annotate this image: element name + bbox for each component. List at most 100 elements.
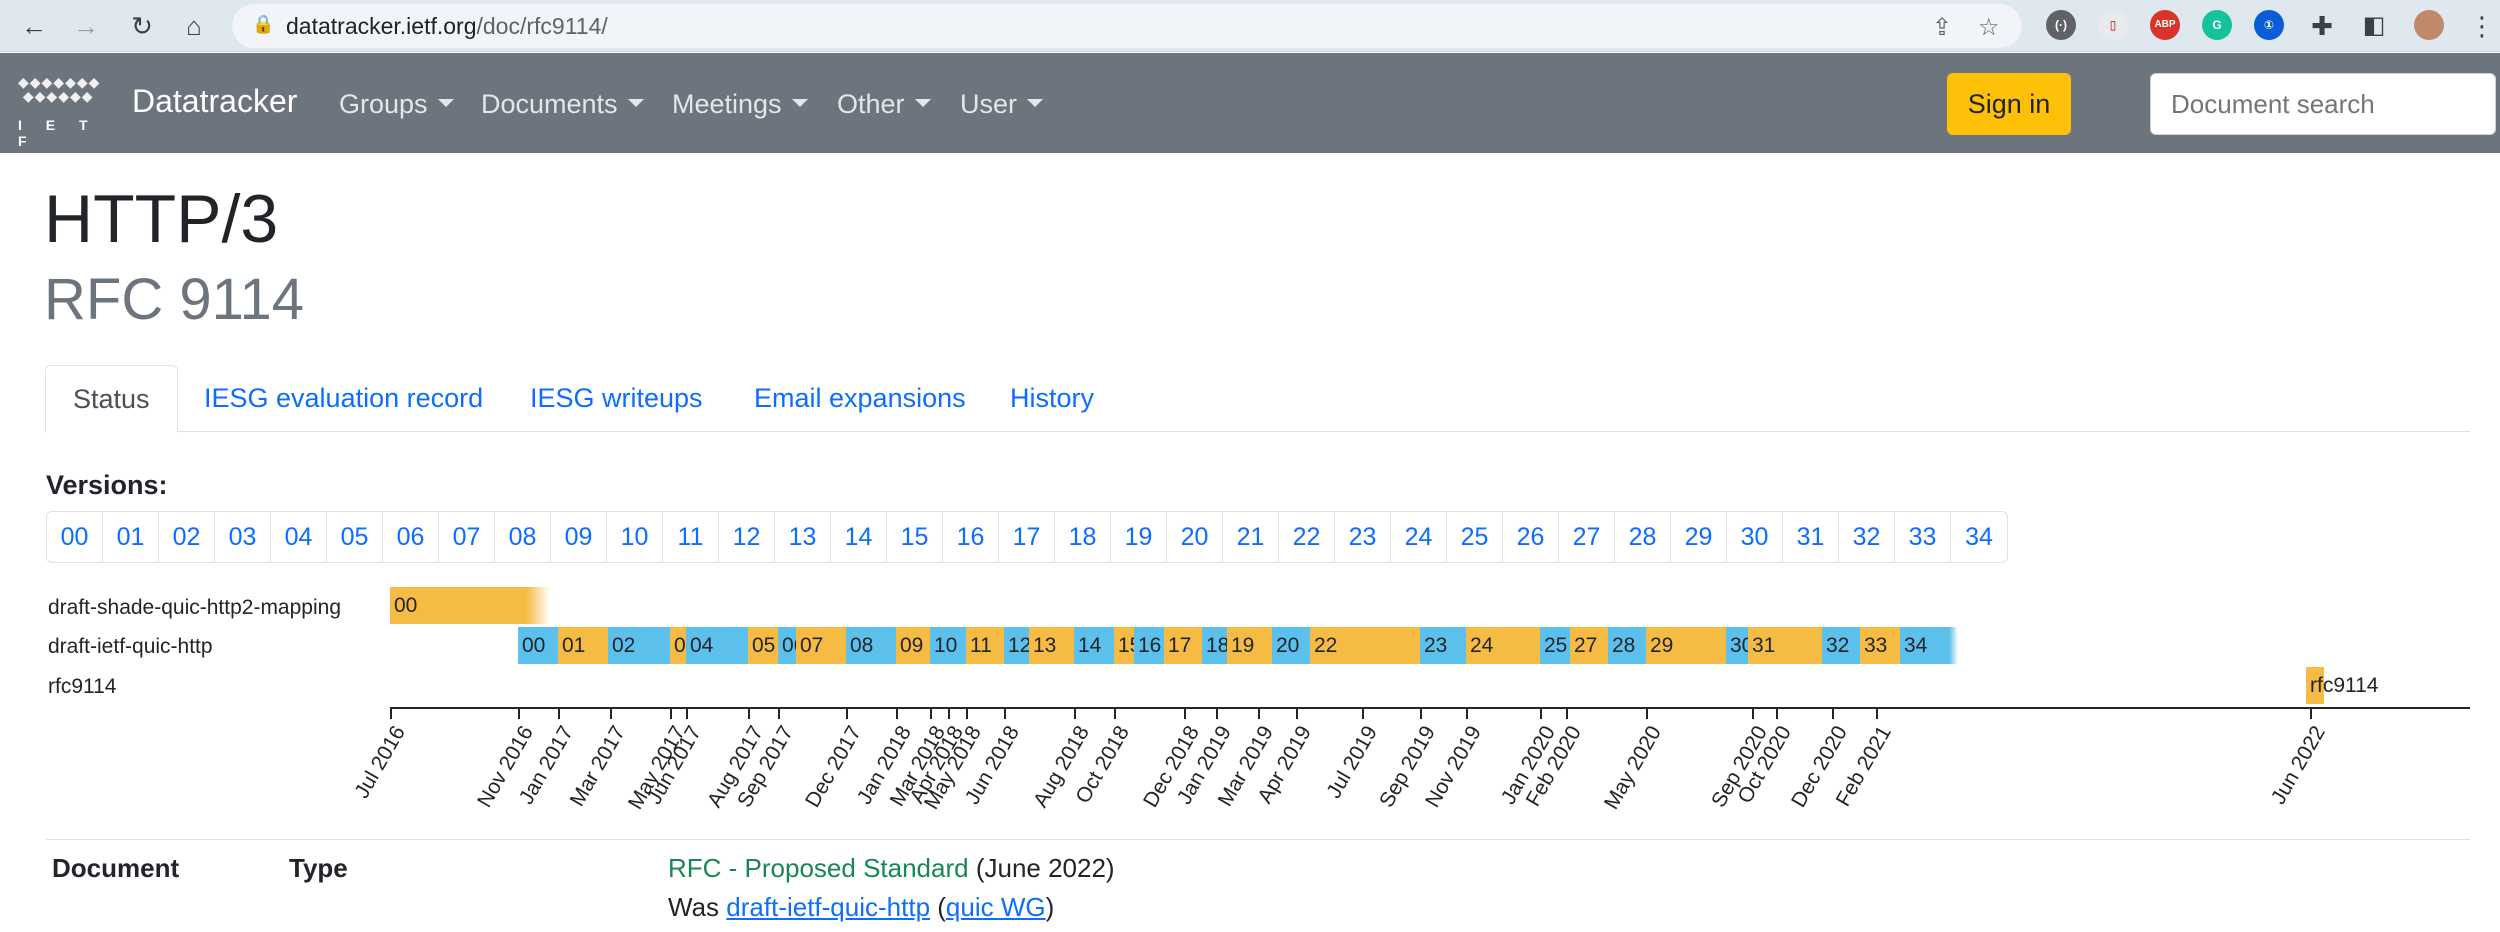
tab-iesg-writeups[interactable]: IESG writeups: [503, 365, 730, 432]
revision-segment[interactable]: 29: [1646, 627, 1726, 664]
nav-groups[interactable]: Groups: [339, 89, 454, 120]
home-icon[interactable]: ⌂: [176, 8, 212, 44]
revision-segment[interactable]: 10: [930, 627, 966, 664]
revision-segment[interactable]: 31: [1748, 627, 1822, 664]
nav-meetings[interactable]: Meetings: [672, 89, 808, 120]
version-link-19[interactable]: 19: [1111, 512, 1167, 562]
revision-segment[interactable]: 05: [748, 627, 778, 664]
tab-iesg-evaluation-record[interactable]: IESG evaluation record: [177, 365, 510, 432]
share-icon[interactable]: ⇪: [1932, 13, 1952, 42]
revision-segment[interactable]: 06: [778, 627, 796, 664]
revision-segment[interactable]: 01: [558, 627, 608, 664]
version-link-16[interactable]: 16: [943, 512, 999, 562]
address-bar[interactable]: 🔒 datatracker.ietf.org/doc/rfc9114/ ⇪ ☆: [232, 4, 2022, 48]
status-link[interactable]: RFC - Proposed Standard: [668, 853, 969, 883]
wg-link[interactable]: quic WG: [946, 892, 1046, 922]
sidebar-icon[interactable]: ◧: [2356, 8, 2392, 44]
version-link-30[interactable]: 30: [1727, 512, 1783, 562]
ietf-logo[interactable]: ◆◆◆◆◆◆◆ ◆◆◆◆◆◆ I E T F: [18, 75, 120, 149]
version-link-07[interactable]: 07: [439, 512, 495, 562]
version-link-33[interactable]: 33: [1895, 512, 1951, 562]
revision-segment[interactable]: 08: [846, 627, 896, 664]
version-link-14[interactable]: 14: [831, 512, 887, 562]
revision-segment[interactable]: 34: [1900, 627, 1958, 664]
extension-icon[interactable]: ▯: [2098, 10, 2128, 40]
version-link-20[interactable]: 20: [1167, 512, 1223, 562]
version-link-09[interactable]: 09: [551, 512, 607, 562]
revision-segment[interactable]: 27: [1570, 627, 1608, 664]
version-link-26[interactable]: 26: [1503, 512, 1559, 562]
version-link-01[interactable]: 01: [103, 512, 159, 562]
revision-segment[interactable]: 13: [1029, 627, 1074, 664]
version-link-11[interactable]: 11: [663, 512, 719, 562]
revision-segment[interactable]: 33: [1860, 627, 1900, 664]
revision-segment[interactable]: 04: [686, 627, 748, 664]
version-link-08[interactable]: 08: [495, 512, 551, 562]
revision-segment[interactable]: rfc9114: [2306, 667, 2379, 704]
avatar[interactable]: [2414, 10, 2444, 40]
version-link-21[interactable]: 21: [1223, 512, 1279, 562]
revision-segment[interactable]: 22: [1310, 627, 1420, 664]
version-link-32[interactable]: 32: [1839, 512, 1895, 562]
menu-kebab-icon[interactable]: ⋮: [2464, 8, 2500, 44]
nav-documents[interactable]: Documents: [481, 89, 644, 120]
version-link-28[interactable]: 28: [1615, 512, 1671, 562]
revision-segment[interactable]: 28: [1608, 627, 1646, 664]
version-link-12[interactable]: 12: [719, 512, 775, 562]
extensions-puzzle-icon[interactable]: ✚: [2304, 8, 2340, 44]
revision-segment[interactable]: 16: [1134, 627, 1164, 664]
bookmark-star-icon[interactable]: ☆: [1978, 13, 2000, 42]
version-link-29[interactable]: 29: [1671, 512, 1727, 562]
revision-segment[interactable]: 00: [518, 627, 558, 664]
version-link-18[interactable]: 18: [1055, 512, 1111, 562]
version-link-06[interactable]: 06: [383, 512, 439, 562]
tab-status[interactable]: Status: [45, 365, 178, 433]
document-search-input[interactable]: [2150, 73, 2496, 135]
version-link-13[interactable]: 13: [775, 512, 831, 562]
adblock-icon[interactable]: ABP: [2150, 10, 2180, 40]
revision-segment[interactable]: 02: [608, 627, 670, 664]
version-link-05[interactable]: 05: [327, 512, 383, 562]
revision-segment[interactable]: 09: [896, 627, 930, 664]
version-link-15[interactable]: 15: [887, 512, 943, 562]
revision-segment[interactable]: 25: [1540, 627, 1570, 664]
revision-segment[interactable]: 00: [390, 587, 550, 624]
revision-segment[interactable]: 12: [1004, 627, 1029, 664]
version-link-00[interactable]: 00: [47, 512, 103, 562]
forward-icon[interactable]: →: [68, 8, 104, 44]
brand-link[interactable]: Datatracker: [132, 83, 297, 120]
revision-segment[interactable]: 14: [1074, 627, 1114, 664]
password-manager-icon[interactable]: ①: [2254, 10, 2284, 40]
revision-segment[interactable]: 30: [1726, 627, 1748, 664]
version-link-27[interactable]: 27: [1559, 512, 1615, 562]
version-link-22[interactable]: 22: [1279, 512, 1335, 562]
version-link-31[interactable]: 31: [1783, 512, 1839, 562]
version-link-34[interactable]: 34: [1951, 512, 2007, 562]
revision-segment[interactable]: 03: [670, 627, 686, 664]
nav-other[interactable]: Other: [837, 89, 931, 120]
revision-segment[interactable]: 18: [1202, 627, 1227, 664]
revision-segment[interactable]: 07: [796, 627, 846, 664]
revision-segment[interactable]: 19: [1227, 627, 1272, 664]
revision-segment[interactable]: 20: [1272, 627, 1310, 664]
tab-history[interactable]: History: [983, 365, 1121, 432]
reload-icon[interactable]: ↻: [124, 8, 160, 44]
back-icon[interactable]: ←: [16, 8, 52, 44]
version-link-17[interactable]: 17: [999, 512, 1055, 562]
revision-segment[interactable]: 24: [1466, 627, 1540, 664]
nav-user[interactable]: User: [960, 89, 1044, 120]
extension-icon[interactable]: (·): [2046, 10, 2076, 40]
version-link-25[interactable]: 25: [1447, 512, 1503, 562]
version-link-04[interactable]: 04: [271, 512, 327, 562]
grammarly-icon[interactable]: G: [2202, 10, 2232, 40]
draft-link[interactable]: draft-ietf-quic-http: [726, 892, 930, 922]
version-link-03[interactable]: 03: [215, 512, 271, 562]
sign-in-button[interactable]: Sign in: [1947, 73, 2071, 135]
version-link-23[interactable]: 23: [1335, 512, 1391, 562]
revision-segment[interactable]: 23: [1420, 627, 1466, 664]
version-link-24[interactable]: 24: [1391, 512, 1447, 562]
revision-segment[interactable]: 32: [1822, 627, 1860, 664]
revision-segment[interactable]: 15: [1114, 627, 1134, 664]
version-link-02[interactable]: 02: [159, 512, 215, 562]
revision-segment[interactable]: 17: [1164, 627, 1202, 664]
